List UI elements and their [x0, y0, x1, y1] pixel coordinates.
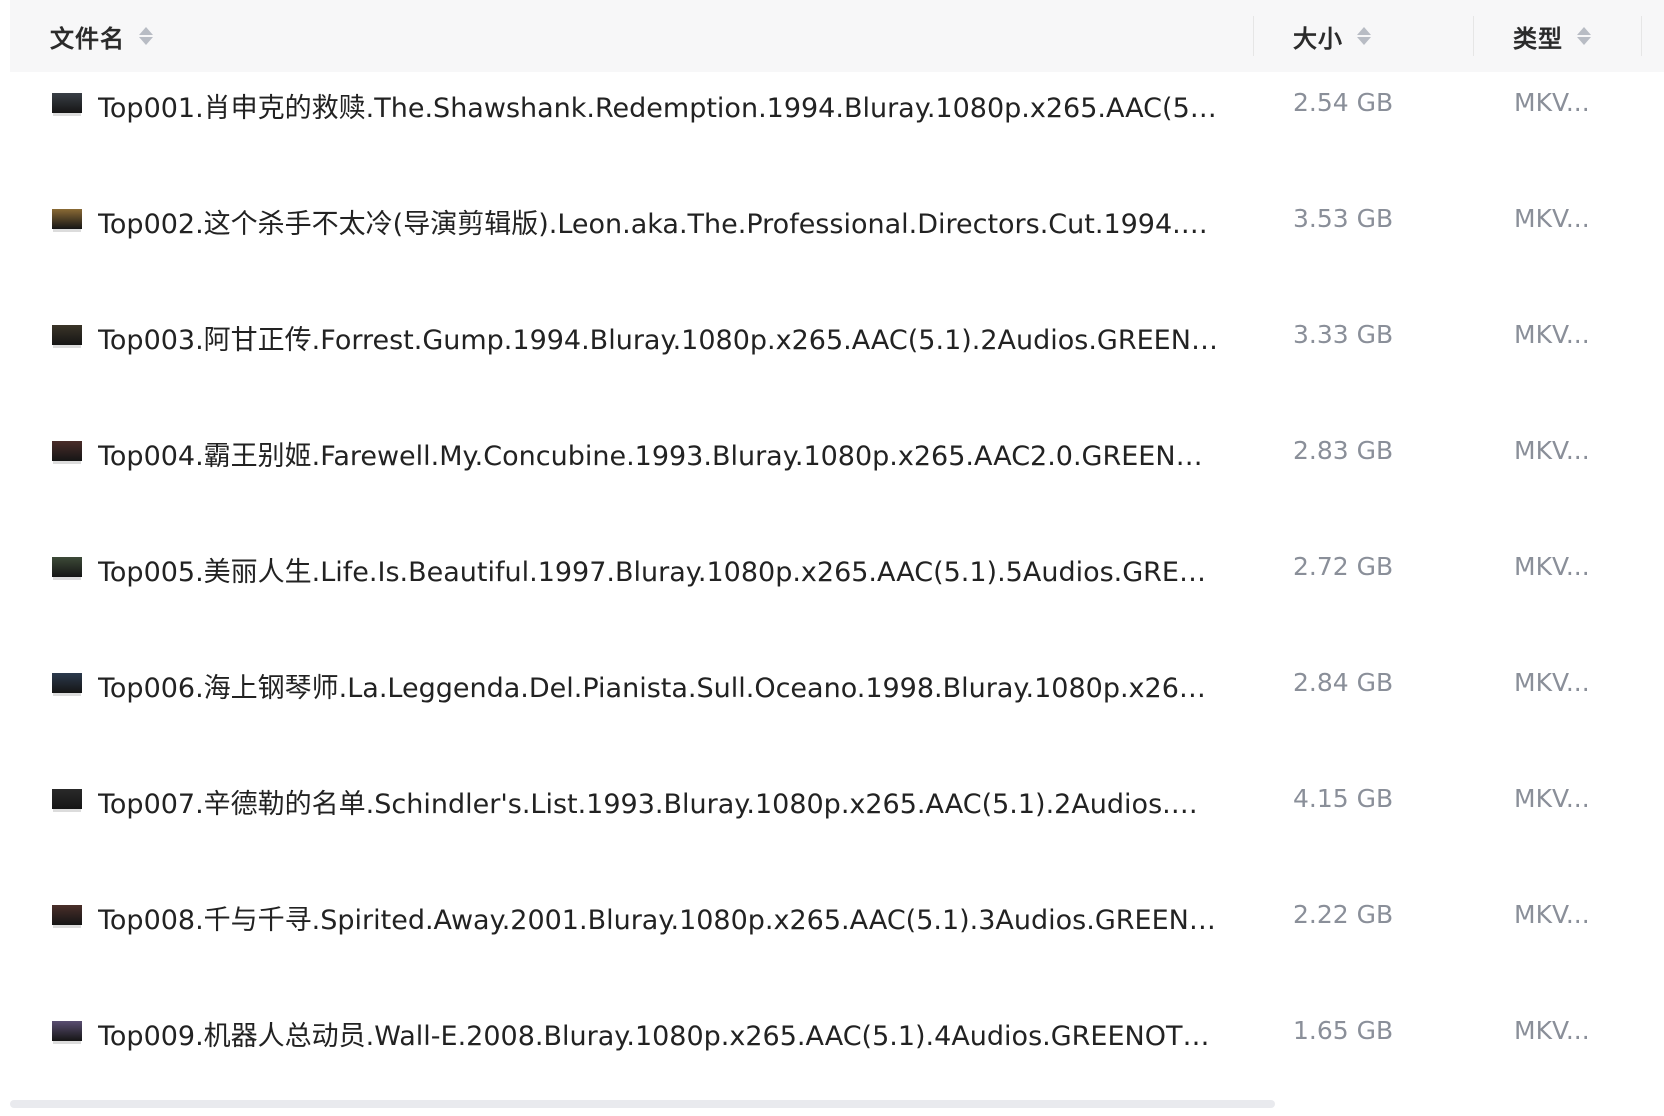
file-size: 3.53 GB — [1293, 204, 1394, 233]
file-size: 2.54 GB — [1293, 88, 1394, 117]
video-thumbnail-icon — [52, 557, 82, 577]
file-row[interactable]: Top001.肖申克的救赎.The.Shawshank.Redemption.1… — [0, 72, 1664, 188]
video-thumbnail-icon — [52, 789, 82, 809]
sort-icon[interactable] — [139, 25, 153, 47]
file-type: MKV... — [1514, 900, 1590, 929]
column-header-size-label: 大小 — [1293, 24, 1343, 53]
column-header-type[interactable]: 类型 — [1513, 0, 1591, 72]
file-type: MKV... — [1514, 668, 1590, 697]
file-name[interactable]: Top001.肖申克的救赎.The.Shawshank.Redemption.1… — [98, 86, 1218, 125]
file-type: MKV... — [1514, 1016, 1590, 1045]
file-size: 2.72 GB — [1293, 552, 1394, 581]
file-type: MKV... — [1514, 88, 1590, 117]
sort-icon[interactable] — [1357, 25, 1371, 47]
horizontal-scrollbar[interactable] — [10, 1100, 1275, 1108]
file-row[interactable]: Top004.霸王别姬.Farewell.My.Concubine.1993.B… — [0, 420, 1664, 536]
video-thumbnail-icon — [52, 209, 82, 229]
file-list-header: 文件名 大小 类型 — [10, 0, 1664, 72]
file-name[interactable]: Top006.海上钢琴师.La.Leggenda.Del.Pianista.Su… — [98, 666, 1218, 705]
video-thumbnail-icon — [52, 1021, 82, 1041]
column-divider[interactable] — [1473, 16, 1474, 56]
file-name[interactable]: Top002.这个杀手不太冷(导演剪辑版).Leon.aka.The.Profe… — [98, 202, 1218, 241]
file-size: 2.22 GB — [1293, 900, 1394, 929]
file-name[interactable]: Top008.千与千寻.Spirited.Away.2001.Bluray.10… — [98, 898, 1218, 937]
file-name[interactable]: Top005.美丽人生.Life.Is.Beautiful.1997.Blura… — [98, 550, 1218, 589]
video-thumbnail-icon — [52, 905, 82, 925]
file-row[interactable]: Top002.这个杀手不太冷(导演剪辑版).Leon.aka.The.Profe… — [0, 188, 1664, 304]
column-header-type-label: 类型 — [1513, 24, 1563, 53]
file-row[interactable]: Top005.美丽人生.Life.Is.Beautiful.1997.Blura… — [0, 536, 1664, 652]
file-row[interactable]: Top009.机器人总动员.Wall-E.2008.Bluray.1080p.x… — [0, 1000, 1664, 1116]
video-thumbnail-icon — [52, 93, 82, 113]
video-thumbnail-icon — [52, 673, 82, 693]
file-row[interactable]: Top003.阿甘正传.Forrest.Gump.1994.Bluray.108… — [0, 304, 1664, 420]
file-type: MKV... — [1514, 784, 1590, 813]
file-size: 3.33 GB — [1293, 320, 1394, 349]
column-header-size[interactable]: 大小 — [1293, 0, 1371, 72]
file-size: 2.83 GB — [1293, 436, 1394, 465]
video-thumbnail-icon — [52, 441, 82, 461]
file-type: MKV... — [1514, 204, 1590, 233]
video-thumbnail-icon — [52, 325, 82, 345]
file-size: 4.15 GB — [1293, 784, 1394, 813]
file-row[interactable]: Top006.海上钢琴师.La.Leggenda.Del.Pianista.Su… — [0, 652, 1664, 768]
file-size: 1.65 GB — [1293, 1016, 1394, 1045]
file-name[interactable]: Top007.辛德勒的名单.Schindler's.List.1993.Blur… — [98, 782, 1218, 821]
file-type: MKV... — [1514, 320, 1590, 349]
file-row[interactable]: Top007.辛德勒的名单.Schindler's.List.1993.Blur… — [0, 768, 1664, 884]
sort-icon[interactable] — [1577, 25, 1591, 47]
file-type: MKV... — [1514, 436, 1590, 465]
column-divider[interactable] — [1641, 16, 1642, 56]
column-header-name-label: 文件名 — [50, 24, 125, 53]
file-row[interactable]: Top008.千与千寻.Spirited.Away.2001.Bluray.10… — [0, 884, 1664, 1000]
file-name[interactable]: Top003.阿甘正传.Forrest.Gump.1994.Bluray.108… — [98, 318, 1218, 357]
file-name[interactable]: Top004.霸王别姬.Farewell.My.Concubine.1993.B… — [98, 434, 1218, 473]
file-type: MKV... — [1514, 552, 1590, 581]
file-name[interactable]: Top009.机器人总动员.Wall-E.2008.Bluray.1080p.x… — [98, 1014, 1218, 1053]
column-divider[interactable] — [1253, 16, 1254, 56]
file-size: 2.84 GB — [1293, 668, 1394, 697]
column-header-name[interactable]: 文件名 — [50, 0, 153, 72]
